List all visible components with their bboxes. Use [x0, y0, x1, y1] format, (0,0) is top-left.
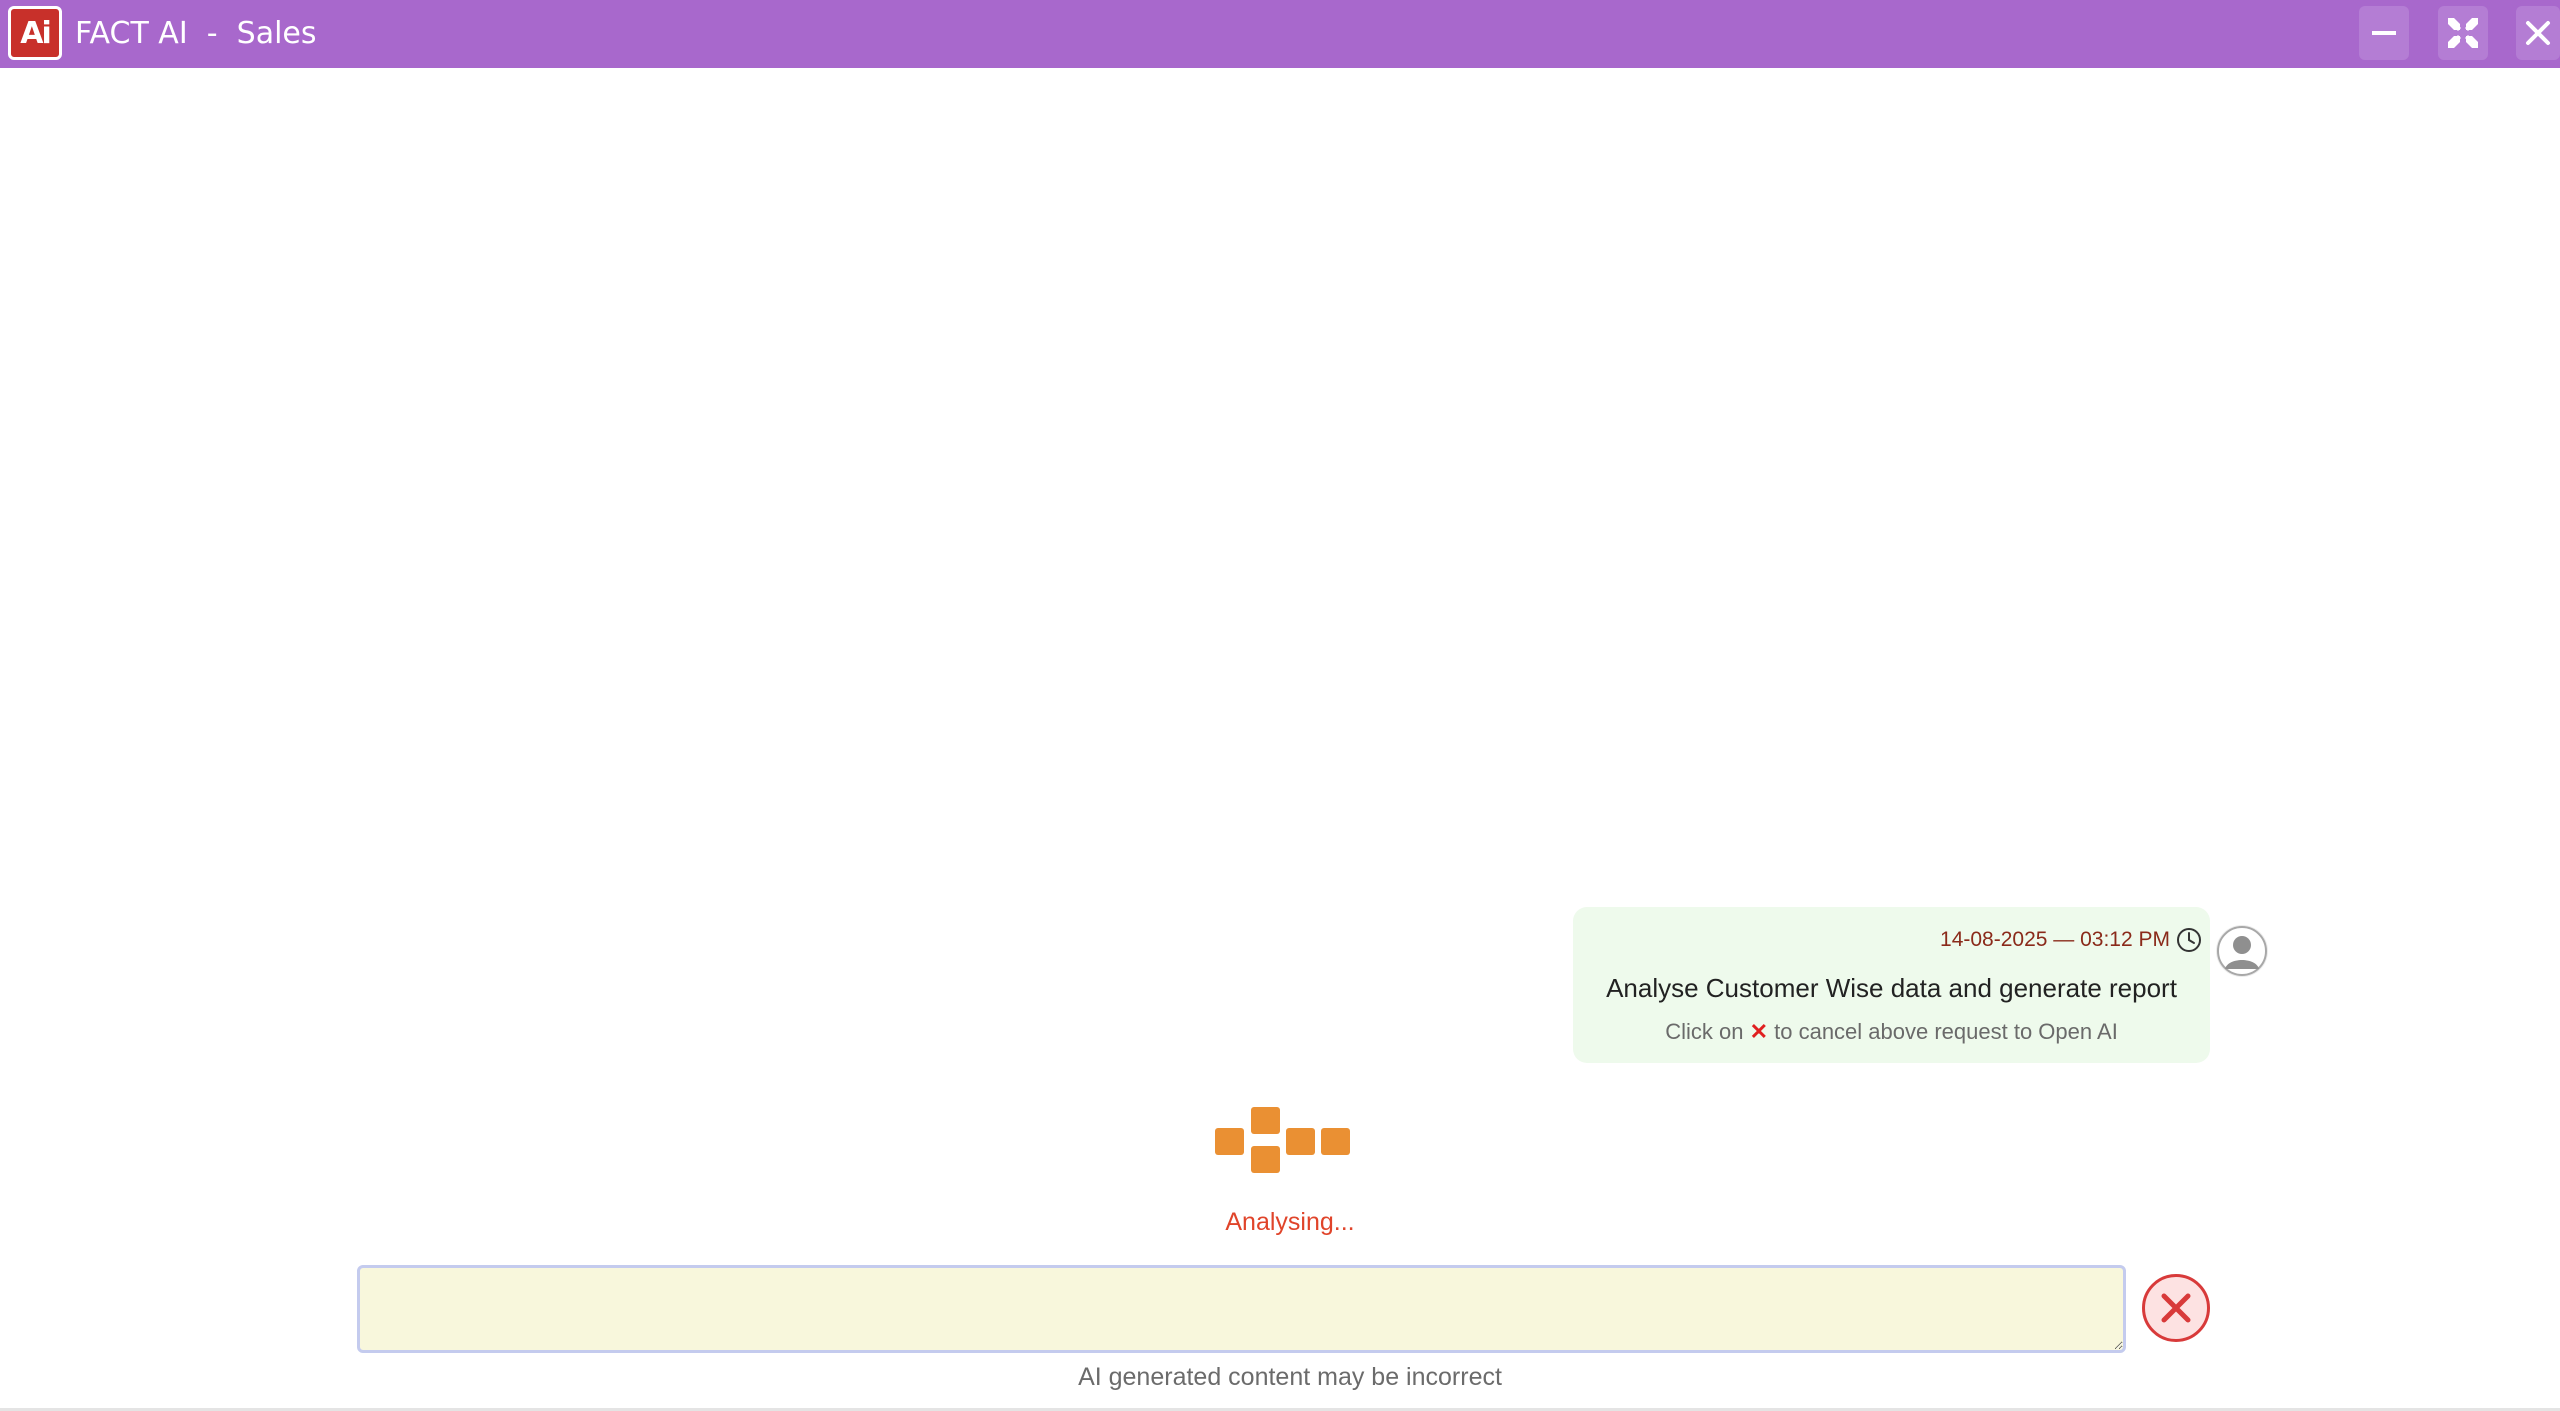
status-text: Analysing... [1225, 1208, 1355, 1236]
cancel-icon [2161, 1293, 2191, 1323]
app-logo-text: Ai [20, 15, 51, 51]
app-logo: Ai [8, 6, 62, 60]
close-icon [2526, 21, 2550, 45]
minimize-icon [2372, 31, 2396, 35]
clock-icon [2177, 928, 2201, 952]
title-bar: Ai FACT AI - Sales [0, 0, 2560, 68]
module-name: Sales [236, 16, 317, 51]
cancel-request-button[interactable] [2142, 1274, 2210, 1342]
prompt-input[interactable] [357, 1265, 2126, 1353]
user-avatar [2216, 925, 2268, 977]
user-avatar-icon [2217, 926, 2267, 976]
message-timestamp-row: 14-08-2025 — 03:12 PM [1940, 927, 2202, 953]
cancel-hint-suffix: to cancel above request to Open AI [1774, 1019, 2118, 1044]
window-title: FACT AI - Sales [75, 14, 317, 54]
message-text: Analyse Customer Wise data and generate … [1606, 973, 2177, 1003]
minimize-button[interactable] [2359, 6, 2409, 60]
cancel-hint: Click on ✕ to cancel above request to Op… [1573, 1019, 2210, 1045]
chat-message-bubble: 14-08-2025 — 03:12 PM Analyse Customer W… [1573, 907, 2210, 1063]
loader-square [1321, 1128, 1350, 1155]
app-name: FACT AI [75, 16, 188, 51]
loading-indicator [1215, 1107, 1355, 1173]
title-separator: - [206, 16, 218, 51]
cancel-x-icon: ✕ [1749, 1019, 1768, 1044]
close-button[interactable] [2516, 6, 2560, 60]
loader-square [1251, 1146, 1280, 1173]
loader-square [1215, 1128, 1244, 1155]
ai-disclaimer: AI generated content may be incorrect [1078, 1363, 1502, 1391]
message-timestamp: 14-08-2025 — 03:12 PM [1940, 928, 2170, 951]
loader-square [1286, 1128, 1315, 1155]
cancel-hint-prefix: Click on [1665, 1019, 1744, 1044]
loader-square [1251, 1107, 1280, 1134]
restore-icon [2448, 18, 2478, 48]
restore-button[interactable] [2438, 6, 2488, 60]
